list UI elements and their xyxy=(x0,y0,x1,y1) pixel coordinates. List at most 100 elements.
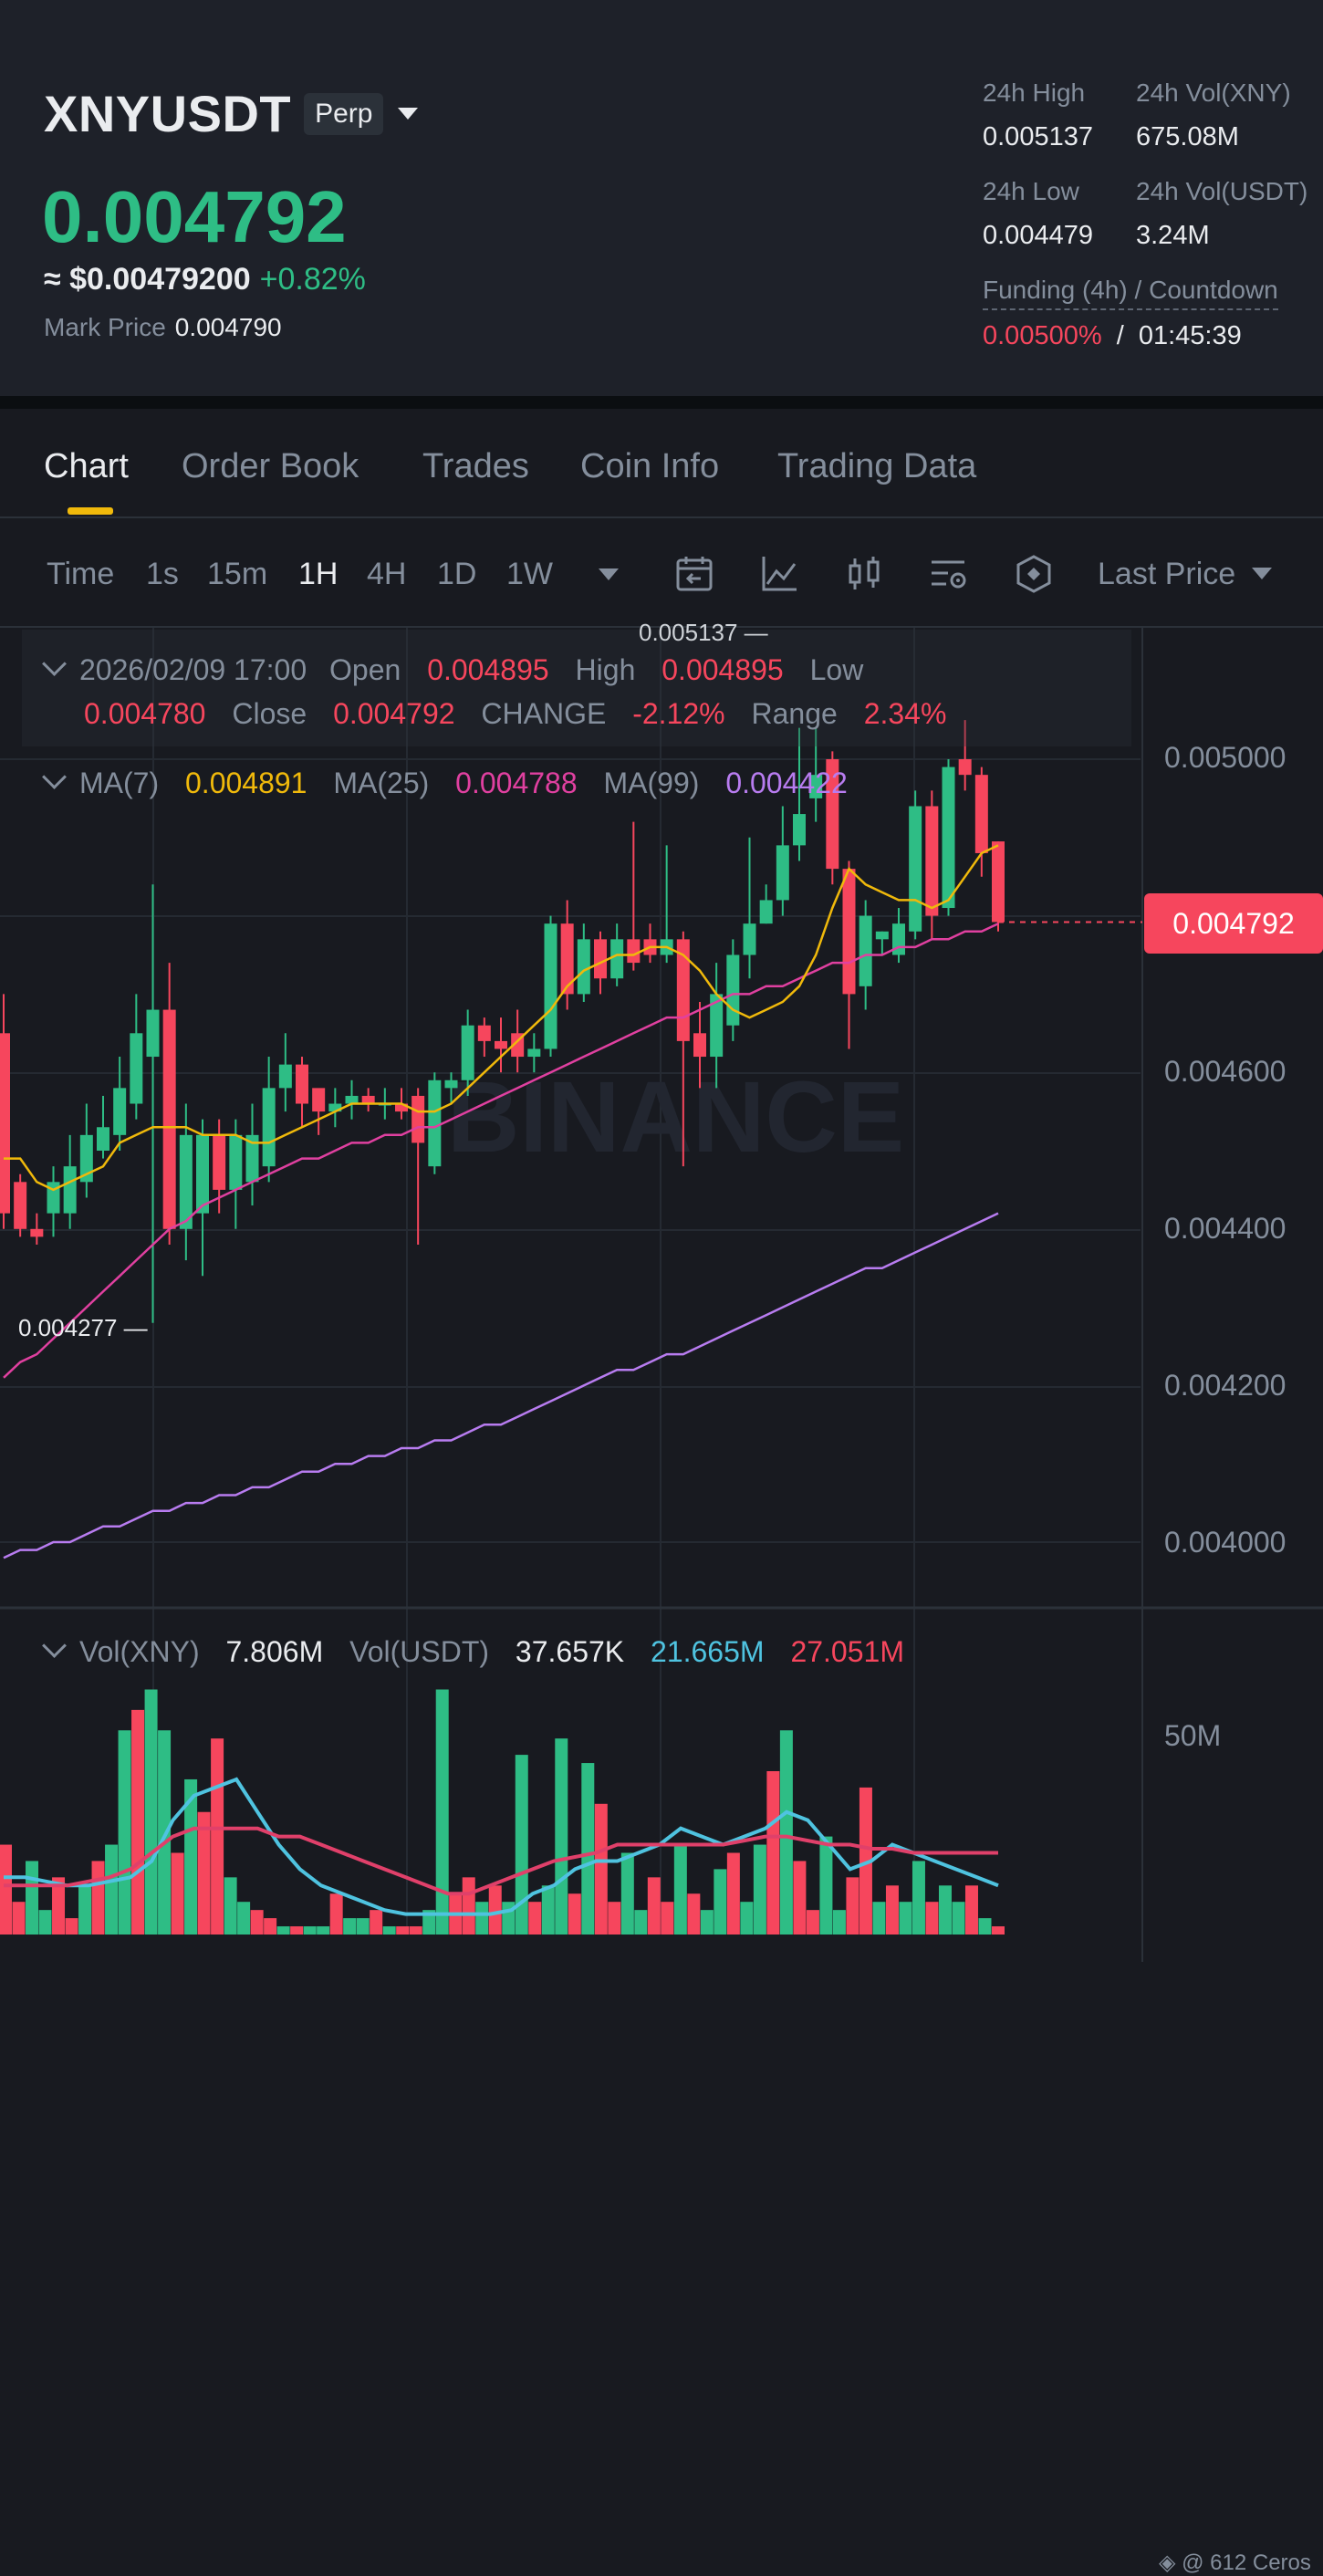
tab-coin-info[interactable]: Coin Info xyxy=(580,447,719,486)
candle-body xyxy=(859,915,872,986)
tab-chart[interactable]: Chart xyxy=(44,447,129,486)
volume-bar xyxy=(608,1902,621,1935)
candle-body xyxy=(179,1134,193,1229)
symbol-selector[interactable]: XNYUSDT Perp xyxy=(44,84,419,143)
section-divider xyxy=(0,396,1323,409)
volume-quote-label: 24h Vol(USDT) xyxy=(1136,177,1308,205)
candle-body xyxy=(278,1064,292,1089)
volume-bar xyxy=(952,1902,965,1935)
high-label: 24h High xyxy=(983,78,1086,107)
volume-bar xyxy=(197,1811,211,1935)
chevron-down-icon[interactable] xyxy=(398,108,419,120)
usd-price: ≈ $0.00479200 xyxy=(44,262,251,297)
chevron-down-icon[interactable] xyxy=(42,1633,67,1658)
candle-body xyxy=(444,1079,458,1089)
volume-bar xyxy=(105,1844,119,1935)
mark-price-row: Mark Price 0.004790 xyxy=(44,313,282,342)
low-value: 0.004479 xyxy=(983,221,1093,250)
candle-body xyxy=(610,939,624,979)
funding-label[interactable]: Funding (4h) / Countdown xyxy=(983,276,1278,310)
candle-body xyxy=(262,1088,276,1167)
low-label: 24h Low xyxy=(983,177,1079,205)
volume-bar xyxy=(158,1730,172,1935)
volume-bar xyxy=(38,1910,52,1935)
volume-bar xyxy=(832,1910,846,1935)
chevron-down-icon[interactable] xyxy=(42,652,67,676)
candle-body xyxy=(345,1095,359,1104)
volume-bar xyxy=(661,1902,674,1935)
volume-bar xyxy=(329,1893,343,1935)
candle-body xyxy=(577,939,590,995)
candle-body xyxy=(992,841,1005,923)
volume-bar xyxy=(912,1861,925,1935)
volume-bar xyxy=(594,1803,608,1935)
line-chart-icon[interactable] xyxy=(758,553,800,595)
high-value: 0.005137 xyxy=(983,122,1093,151)
volume-bar xyxy=(581,1763,595,1935)
settings-icon[interactable] xyxy=(928,553,970,595)
calendar-icon[interactable] xyxy=(673,553,715,595)
volume-bar xyxy=(819,1836,833,1935)
timeframe-1h[interactable]: 1H xyxy=(298,557,338,592)
tab-trading-data[interactable]: Trading Data xyxy=(777,447,976,486)
close-label: Close xyxy=(232,697,307,730)
footer-watermark: ◈ @ 612 Ceros xyxy=(1159,2550,1311,2575)
volume-bar xyxy=(303,1926,317,1935)
volume-bar xyxy=(91,1861,105,1935)
watermark-text: BINANCE xyxy=(447,1061,904,1173)
candle-body xyxy=(942,767,955,909)
tab-trades[interactable]: Trades xyxy=(422,447,529,486)
candle-body xyxy=(925,806,939,916)
volume-bar xyxy=(793,1861,807,1935)
y-tick-3: 0.004200 xyxy=(1164,1369,1287,1402)
usd-price-row: ≈ $0.00479200 +0.82% xyxy=(44,262,366,297)
volume-bar xyxy=(806,1910,819,1935)
volume-bar xyxy=(528,1902,542,1935)
candle-body xyxy=(461,1025,474,1080)
main-tabs: Chart Order Book Trades Coin Info Tradin… xyxy=(0,409,1323,518)
chevron-down-icon[interactable] xyxy=(42,765,67,789)
candle-body xyxy=(428,1079,442,1167)
volume-bar xyxy=(409,1926,422,1935)
timeframe-time[interactable]: Time xyxy=(47,557,114,592)
candle-body xyxy=(793,814,806,846)
candlestick-icon[interactable] xyxy=(843,553,885,595)
timeframe-4h[interactable]: 4H xyxy=(367,557,406,592)
timeframe-1d[interactable]: 1D xyxy=(437,557,476,592)
volume-base-label: 24h Vol(XNY) xyxy=(1136,78,1291,107)
volume-base-label: Vol(XNY) xyxy=(79,1635,200,1668)
volume-bar xyxy=(766,1771,780,1935)
candlestick-chart[interactable]: BINANCE xyxy=(0,628,1323,1962)
low-marker: 0.004277 — xyxy=(18,1314,148,1341)
chart-area[interactable]: BINANCE 2026/02/09 17:00 Open 0.004895 H… xyxy=(0,619,1323,2575)
low-marker-value: 0.004277 xyxy=(18,1314,118,1341)
high-marker-value: 0.005137 xyxy=(639,619,738,646)
funding-countdown: 01:45:39 xyxy=(1138,321,1242,350)
volume-bar xyxy=(541,1885,555,1935)
y-tick-2: 0.004400 xyxy=(1164,1212,1287,1245)
symbol-name[interactable]: XNYUSDT xyxy=(44,84,291,143)
more-timeframes-icon[interactable] xyxy=(599,568,619,580)
candle-body xyxy=(759,900,773,924)
candle-body xyxy=(411,1095,425,1143)
volume-bar xyxy=(224,1877,237,1935)
chevron-down-icon[interactable] xyxy=(1252,568,1272,579)
volume-bar xyxy=(726,1852,740,1935)
indicator-icon[interactable] xyxy=(1013,553,1055,595)
volume-bar xyxy=(753,1844,766,1935)
tab-order-book[interactable]: Order Book xyxy=(182,447,359,486)
last-price: 0.004792 xyxy=(42,176,347,257)
mark-price-label: Mark Price xyxy=(44,313,166,341)
volume-bar xyxy=(0,1844,12,1935)
timeframe-15m[interactable]: 15m xyxy=(207,557,267,592)
funding-separator: / xyxy=(1116,321,1124,350)
candle-body xyxy=(495,1040,507,1049)
candle-body xyxy=(743,923,756,955)
timeframe-1s[interactable]: 1s xyxy=(146,557,179,592)
volume-quote-value: 37.657K xyxy=(515,1635,625,1668)
timeframe-1w[interactable]: 1W xyxy=(506,557,553,592)
candle-body xyxy=(162,1009,176,1229)
volume-bar xyxy=(276,1926,290,1935)
ticker-header: XNYUSDT Perp 0.004792 ≈ $0.00479200 +0.82… xyxy=(0,0,1323,396)
price-type-select[interactable]: Last Price xyxy=(1098,557,1235,592)
